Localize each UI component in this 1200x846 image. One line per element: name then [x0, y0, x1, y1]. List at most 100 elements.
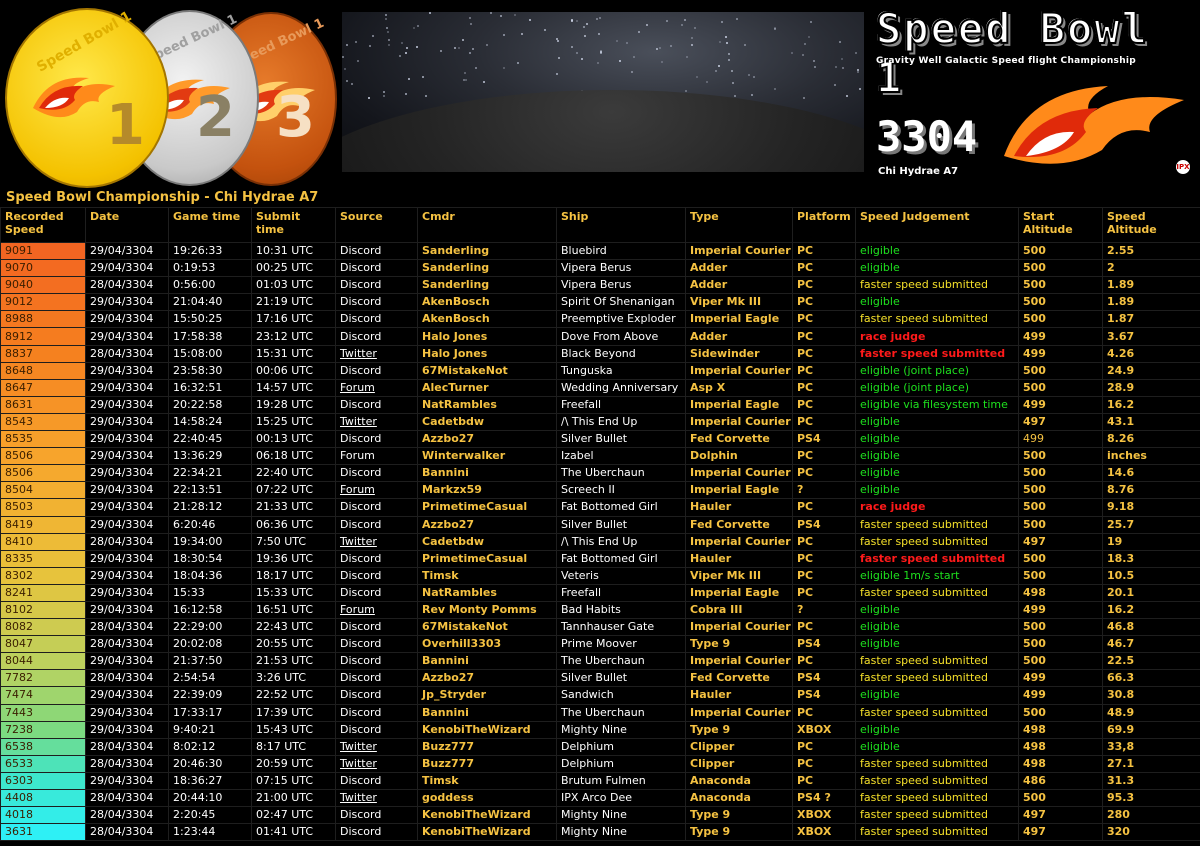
recorded-speed-cell: 3631 — [0, 823, 86, 842]
star — [659, 46, 662, 49]
star — [346, 80, 349, 83]
game-time-cell: 18:36:27 — [168, 771, 252, 791]
table-row: 8631 29/04/3304 20:22:58 19:28 UTC Discord Na… — [0, 395, 1200, 414]
cmdr-cell: Azzbo27 — [417, 515, 557, 534]
star — [513, 14, 516, 17]
source-link[interactable]: Forum — [340, 381, 375, 394]
start-altitude-cell: 500 — [1018, 498, 1103, 517]
date-cell: 29/04/3304 — [85, 464, 169, 483]
start-altitude-cell: 500 — [1018, 515, 1103, 534]
speed-altitude-cell: 25.7 — [1102, 515, 1200, 534]
date-cell: 29/04/3304 — [85, 447, 169, 466]
table-row: 8504 29/04/3304 22:13:51 07:22 UTC Forum Mark… — [0, 481, 1200, 500]
judgement-cell: eligible — [855, 737, 1019, 756]
source-cell: Discord — [335, 635, 418, 654]
judgement-cell: eligible — [855, 600, 1019, 620]
platform-cell: PC — [792, 737, 856, 756]
submit-time-cell: 8:17 UTC — [251, 737, 336, 756]
date-cell: 28/04/3304 — [85, 737, 169, 756]
source-link[interactable]: Twitter — [340, 740, 377, 753]
source-cell: Discord — [335, 583, 418, 602]
platform-cell: PC — [792, 703, 856, 722]
game-time-cell: 18:30:54 — [168, 549, 252, 568]
judgement-cell: faster speed submitted — [855, 788, 1019, 808]
recorded-speed-cell: 8419 — [0, 515, 86, 534]
source-link[interactable]: Twitter — [340, 791, 377, 804]
judgement-cell: eligible (joint place) — [855, 378, 1019, 397]
table-row: 8506 29/04/3304 22:34:21 22:40 UTC Discord Ba… — [0, 464, 1200, 483]
star — [502, 33, 505, 36]
source-cell: Discord — [335, 464, 418, 483]
platform-cell: PC — [792, 327, 856, 346]
source-link[interactable]: Twitter — [340, 535, 377, 548]
star — [382, 91, 385, 94]
star — [413, 26, 416, 29]
recorded-speed-cell: 8837 — [0, 344, 86, 363]
platform-cell: PC — [792, 583, 856, 602]
speed-altitude-cell: 16.2 — [1102, 600, 1200, 620]
game-time-cell: 20:46:30 — [168, 754, 252, 773]
cmdr-cell: Sanderling — [417, 276, 557, 295]
date-cell: 28/04/3304 — [85, 788, 169, 808]
date-cell: 28/04/3304 — [85, 823, 169, 842]
column-header: Recorded Speed — [0, 207, 86, 243]
table-row: 8912 29/04/3304 17:58:38 23:12 UTC Discord Ha… — [0, 327, 1200, 346]
source-cell: Discord — [335, 618, 418, 637]
source-link[interactable]: Twitter — [340, 347, 377, 360]
medal-number: 1 — [106, 93, 145, 158]
star — [681, 24, 684, 27]
type-cell: Viper Mk III — [685, 566, 793, 585]
star — [842, 66, 845, 69]
star — [408, 77, 411, 80]
ship-cell: Bad Habits — [556, 600, 686, 620]
judgement-cell: eligible — [855, 412, 1019, 432]
start-altitude-cell: 500 — [1018, 549, 1103, 568]
cmdr-cell: KenobiTheWizard — [417, 823, 557, 842]
speed-altitude-cell: 2.55 — [1102, 241, 1200, 261]
star — [400, 41, 403, 44]
type-cell: Hauler — [685, 686, 793, 705]
ship-cell: Screech II — [556, 481, 686, 500]
star — [468, 51, 471, 54]
cmdr-cell: NatRambles — [417, 583, 557, 602]
judgement-cell: faster speed submitted — [855, 276, 1019, 295]
star — [857, 71, 860, 74]
star — [581, 58, 584, 61]
recorded-speed-cell: 4408 — [0, 788, 86, 808]
game-time-cell: 15:50:25 — [168, 310, 252, 329]
platform-cell: PC — [792, 412, 856, 432]
source-link[interactable]: Forum — [340, 483, 375, 496]
date-cell: 28/04/3304 — [85, 635, 169, 654]
source-link[interactable]: Forum — [340, 603, 375, 616]
recorded-speed-cell: 8102 — [0, 600, 86, 620]
source-link[interactable]: Twitter — [340, 415, 377, 428]
game-time-cell: 0:19:53 — [168, 259, 252, 278]
source-cell: Discord — [335, 498, 418, 517]
speed-altitude-cell: 9.18 — [1102, 498, 1200, 517]
ship-cell: Sandwich — [556, 686, 686, 705]
type-cell: Anaconda — [685, 788, 793, 808]
start-altitude-cell: 500 — [1018, 703, 1103, 722]
type-cell: Imperial Eagle — [685, 395, 793, 414]
judgement-cell: faster speed submitted — [855, 583, 1019, 602]
start-altitude-cell: 500 — [1018, 464, 1103, 483]
submit-time-cell: 00:13 UTC — [251, 430, 336, 449]
cmdr-cell: Markzx59 — [417, 481, 557, 500]
star — [528, 18, 531, 21]
start-altitude-cell: 500 — [1018, 481, 1103, 500]
logo-subtitle: Gravity Well Galactic Speed flight Champ… — [876, 56, 1137, 66]
star — [571, 20, 574, 23]
source-link[interactable]: Twitter — [340, 757, 377, 770]
recorded-speed-cell: 8912 — [0, 327, 86, 346]
source-cell: Twitter — [335, 412, 418, 432]
submit-time-cell: 17:16 UTC — [251, 310, 336, 329]
source-cell: Discord — [335, 669, 418, 688]
source-cell: Discord — [335, 686, 418, 705]
start-altitude-cell: 497 — [1018, 806, 1103, 825]
speed-altitude-cell: 95.3 — [1102, 788, 1200, 808]
speed-altitude-cell: 22.5 — [1102, 652, 1200, 671]
submit-time-cell: 20:55 UTC — [251, 635, 336, 654]
star — [388, 43, 391, 46]
start-altitude-cell: 497 — [1018, 532, 1103, 551]
start-altitude-cell: 500 — [1018, 447, 1103, 466]
